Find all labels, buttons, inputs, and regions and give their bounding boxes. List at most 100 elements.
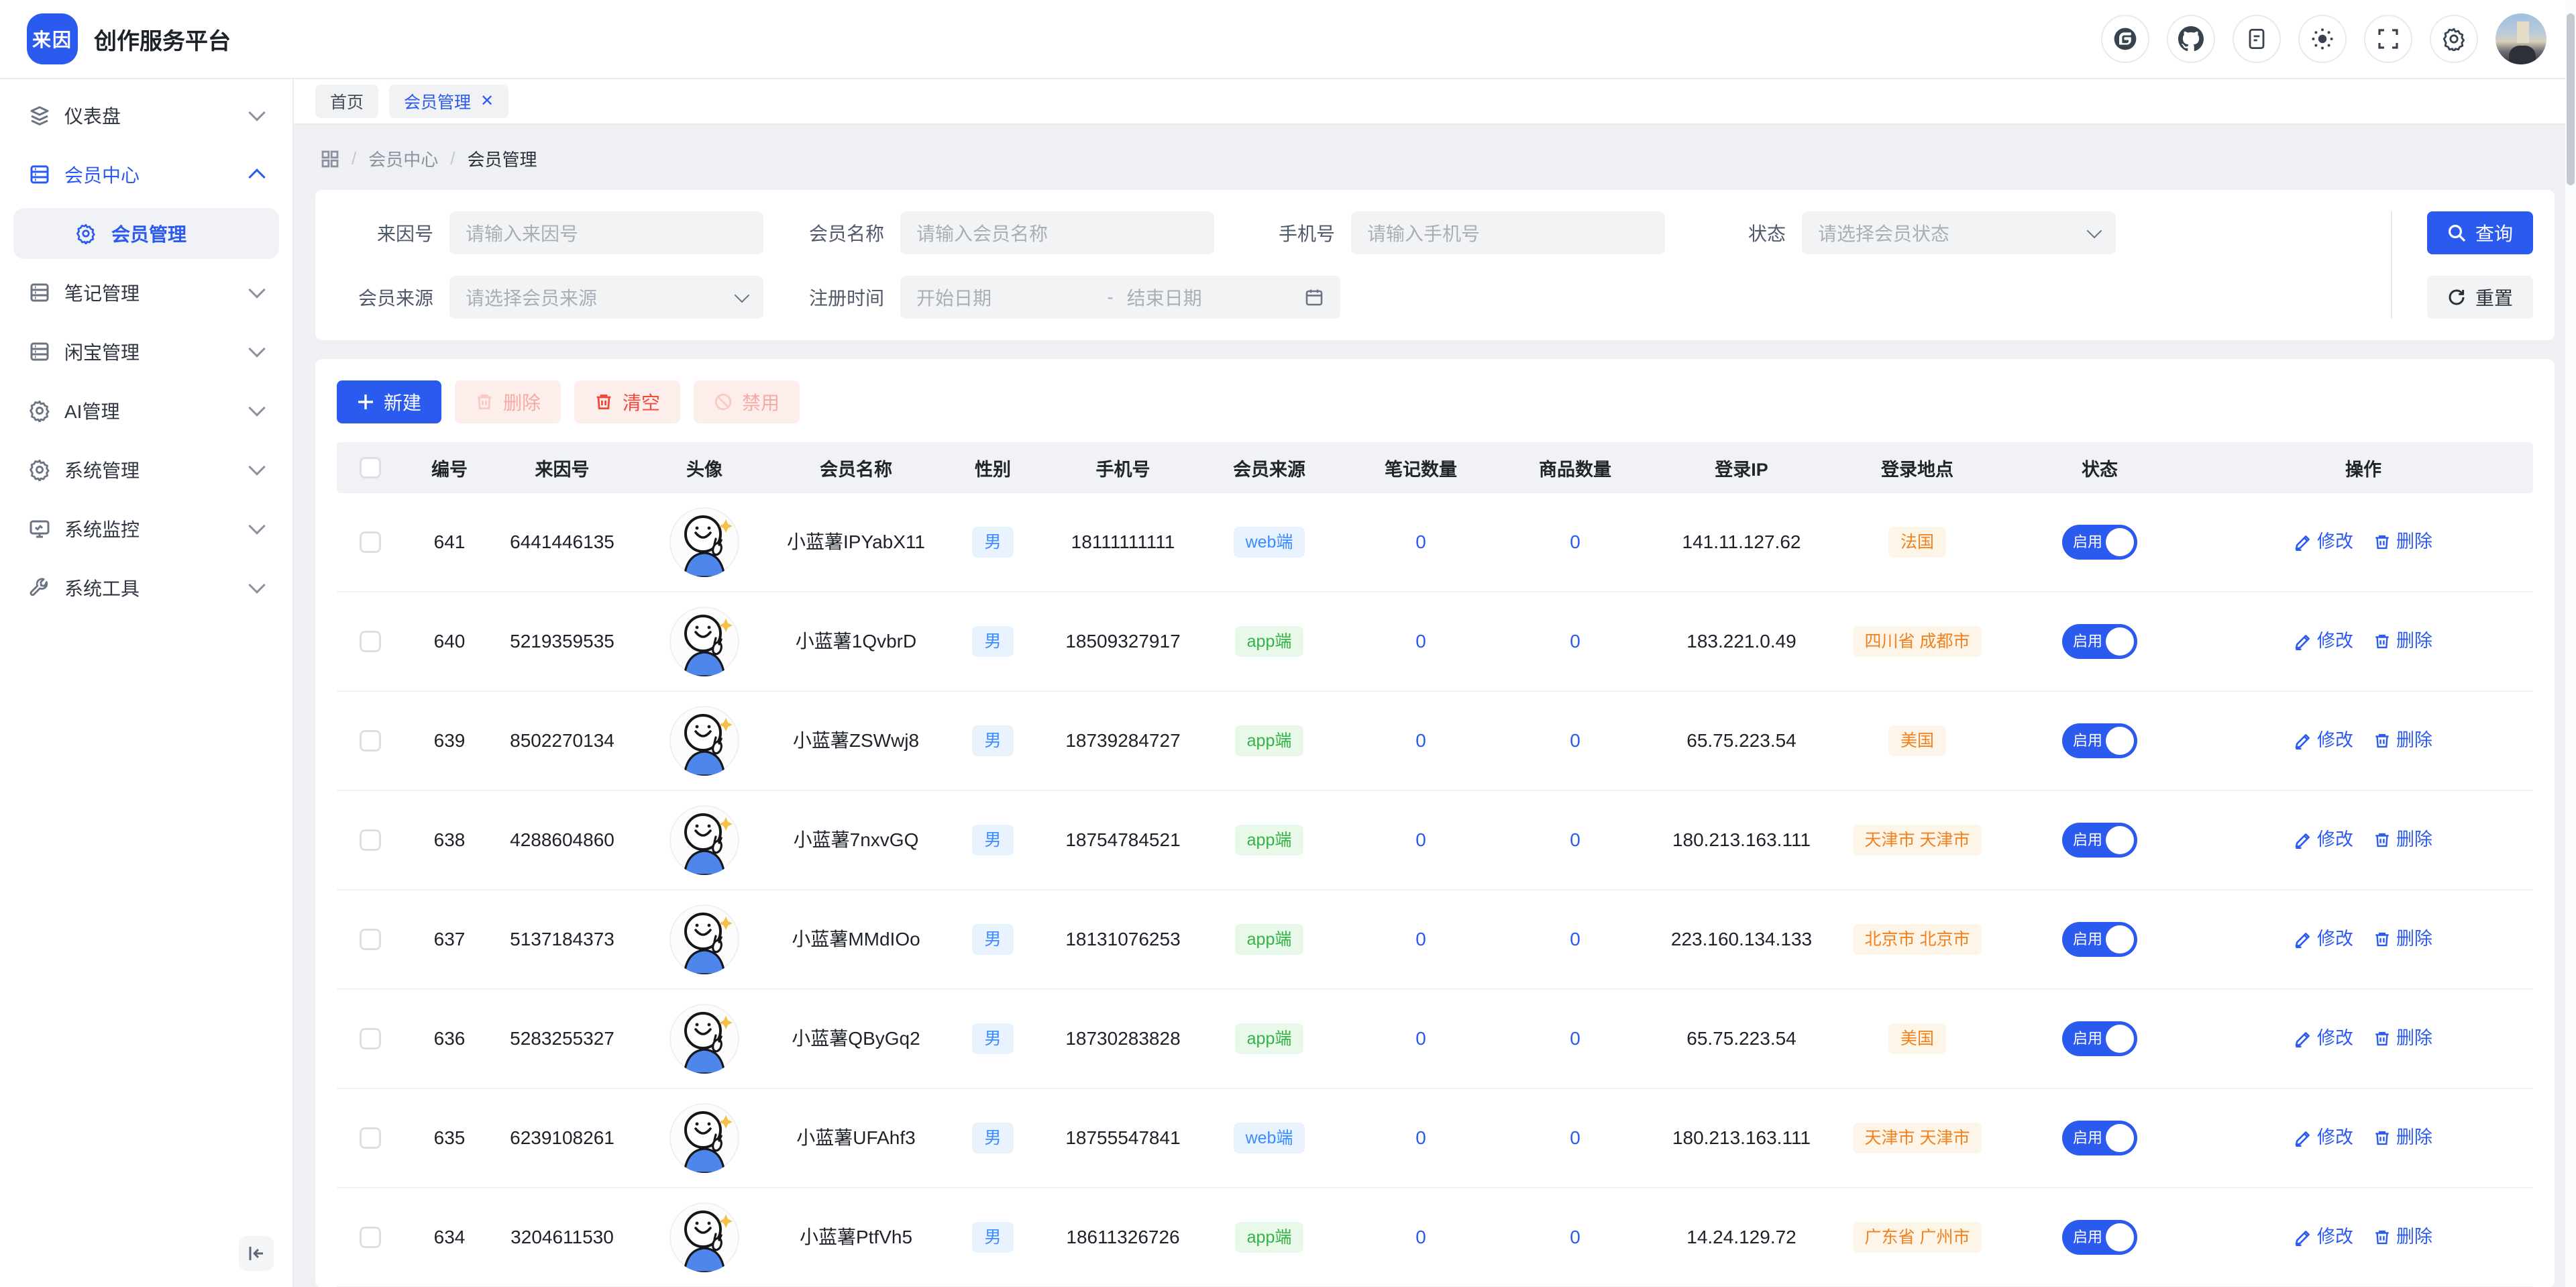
trash-icon	[2373, 831, 2391, 849]
member-source-select[interactable]: 请选择会员来源	[449, 276, 763, 319]
edit-link[interactable]: 修改	[2294, 1025, 2353, 1053]
sidebar-item-note-management[interactable]: 笔记管理	[13, 267, 279, 318]
create-button[interactable]: 新建	[337, 380, 441, 423]
search-button[interactable]: 查询	[2427, 211, 2533, 254]
phone-input[interactable]: 请输入手机号	[1351, 211, 1665, 254]
delete-link[interactable]: 删除	[2373, 1223, 2432, 1251]
delete-link[interactable]: 删除	[2373, 1124, 2432, 1152]
status-toggle[interactable]: 启用	[2062, 525, 2137, 560]
scrollbar-thumb[interactable]	[2567, 13, 2575, 185]
delete-link[interactable]: 删除	[2373, 925, 2432, 954]
status-toggle[interactable]: 启用	[2062, 823, 2137, 858]
monitor-icon	[28, 517, 51, 540]
edit-link[interactable]: 修改	[2294, 627, 2353, 656]
row-checkbox[interactable]	[360, 730, 381, 752]
select-all-checkbox[interactable]	[360, 457, 381, 478]
source-badge: app端	[1235, 626, 1304, 657]
goods-count-link[interactable]: 0	[1570, 1223, 1580, 1251]
tab-member-management[interactable]: 会员管理 ✕	[389, 85, 508, 118]
fullscreen-icon[interactable]	[2364, 15, 2412, 63]
goods-count-link[interactable]: 0	[1570, 726, 1580, 755]
phone-number: 18611326726	[1053, 1188, 1193, 1286]
delete-link[interactable]: 删除	[2373, 627, 2432, 656]
server-icon	[28, 340, 51, 363]
github-icon[interactable]	[2167, 15, 2215, 63]
trash-icon	[2373, 1030, 2391, 1047]
reset-button[interactable]: 重置	[2427, 276, 2533, 319]
status-toggle[interactable]: 启用	[2062, 1220, 2137, 1255]
sidebar-collapse-button[interactable]	[239, 1236, 274, 1271]
notes-count-link[interactable]: 0	[1415, 925, 1426, 954]
gitee-icon[interactable]	[2101, 15, 2149, 63]
notes-count-link[interactable]: 0	[1415, 527, 1426, 556]
edit-link[interactable]: 修改	[2294, 528, 2353, 556]
edit-link[interactable]: 修改	[2294, 727, 2353, 755]
sidebar-item-member-management[interactable]: 会员管理	[13, 208, 279, 259]
delete-button[interactable]: 删除	[455, 380, 561, 423]
breadcrumb-parent[interactable]: 会员中心	[368, 146, 438, 171]
clear-button[interactable]: 清空	[574, 380, 680, 423]
close-icon[interactable]: ✕	[480, 93, 494, 109]
goods-count-link[interactable]: 0	[1570, 527, 1580, 556]
row-checkbox[interactable]	[360, 1028, 381, 1049]
member-table-panel: 新建 删除 清空 禁用	[315, 359, 2555, 1287]
sidebar-item-ai-management[interactable]: AI管理	[13, 385, 279, 436]
notes-count-link[interactable]: 0	[1415, 1123, 1426, 1152]
row-checkbox[interactable]	[360, 531, 381, 553]
gender-badge: 男	[972, 1222, 1013, 1253]
layers-icon	[28, 104, 51, 127]
tab-home[interactable]: 首页	[315, 85, 378, 118]
edit-link[interactable]: 修改	[2294, 1223, 2353, 1251]
table-toolbar: 新建 删除 清空 禁用	[337, 380, 2533, 423]
disable-button[interactable]: 禁用	[694, 380, 800, 423]
notes-count-link[interactable]: 0	[1415, 627, 1426, 656]
sidebar-item-system-management[interactable]: 系统管理	[13, 444, 279, 495]
notes-count-link[interactable]: 0	[1415, 1223, 1426, 1251]
delete-link[interactable]: 删除	[2373, 727, 2432, 755]
status-toggle[interactable]: 启用	[2062, 922, 2137, 957]
register-time-range-picker[interactable]: 开始日期 - 结束日期	[900, 276, 1340, 319]
delete-link[interactable]: 删除	[2373, 1025, 2432, 1053]
notes-count-link[interactable]: 0	[1415, 825, 1426, 854]
goods-count-link[interactable]: 0	[1570, 925, 1580, 954]
document-icon[interactable]	[2233, 15, 2281, 63]
chevron-down-icon	[248, 399, 265, 416]
sidebar-item-xianbao-management[interactable]: 闲宝管理	[13, 326, 279, 377]
edit-link[interactable]: 修改	[2294, 925, 2353, 954]
goods-count-link[interactable]: 0	[1570, 825, 1580, 854]
notes-count-link[interactable]: 0	[1415, 726, 1426, 755]
goods-count-link[interactable]: 0	[1570, 1024, 1580, 1053]
sidebar-item-dashboard[interactable]: 仪表盘	[13, 90, 279, 141]
goods-count-link[interactable]: 0	[1570, 1123, 1580, 1152]
laiyin-id-input[interactable]: 请输入来因号	[449, 211, 763, 254]
delete-link[interactable]: 删除	[2373, 528, 2432, 556]
status-toggle[interactable]: 启用	[2062, 624, 2137, 659]
status-toggle[interactable]: 启用	[2062, 723, 2137, 758]
row-checkbox[interactable]	[360, 631, 381, 652]
page-scrollbar[interactable]	[2565, 0, 2576, 1287]
theme-icon[interactable]	[2298, 15, 2347, 63]
row-checkbox[interactable]	[360, 1227, 381, 1248]
notes-count-link[interactable]: 0	[1415, 1024, 1426, 1053]
user-avatar[interactable]	[2496, 13, 2546, 64]
sidebar-item-member-center[interactable]: 会员中心	[13, 149, 279, 200]
sidebar-item-system-monitor[interactable]: 系统监控	[13, 503, 279, 554]
gender-badge: 男	[972, 1123, 1013, 1153]
goods-count-link[interactable]: 0	[1570, 627, 1580, 656]
sidebar-item-system-tools[interactable]: 系统工具	[13, 562, 279, 613]
toggle-knob	[2106, 727, 2134, 755]
row-checkbox[interactable]	[360, 829, 381, 851]
edit-link[interactable]: 修改	[2294, 826, 2353, 854]
source-badge: app端	[1235, 924, 1304, 955]
edit-link[interactable]: 修改	[2294, 1124, 2353, 1152]
row-checkbox[interactable]	[360, 1127, 381, 1149]
status-toggle[interactable]: 启用	[2062, 1021, 2137, 1056]
member-name: 小蓝薯ZSWwj8	[780, 692, 932, 790]
settings-icon[interactable]	[2430, 15, 2478, 63]
row-checkbox[interactable]	[360, 929, 381, 950]
member-id: 638	[404, 791, 495, 889]
delete-link[interactable]: 删除	[2373, 826, 2432, 854]
status-toggle[interactable]: 启用	[2062, 1121, 2137, 1155]
status-select[interactable]: 请选择会员状态	[1802, 211, 2116, 254]
member-name-input[interactable]: 请输入会员名称	[900, 211, 1214, 254]
